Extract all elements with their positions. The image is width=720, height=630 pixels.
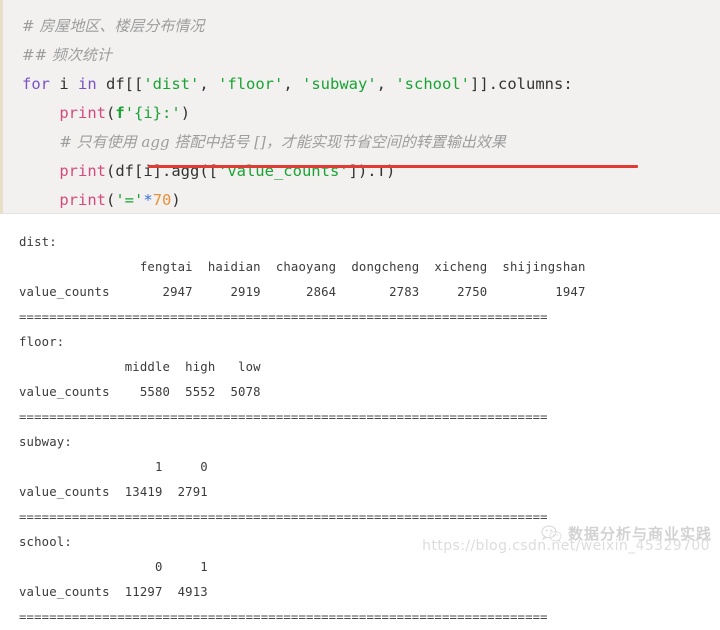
output-header-row: fengtai haidian chaoyang dongcheng xiche… (19, 260, 586, 274)
output-separator: ========================================… (19, 410, 548, 424)
code-token: print (59, 191, 106, 209)
output-separator: ========================================… (19, 510, 548, 524)
code-line: for i in df[['dist', 'floor', 'subway', … (3, 70, 720, 99)
output-section-title: dist: (19, 235, 57, 249)
code-token: 'floor' (218, 75, 284, 93)
code-token: df[[ (96, 75, 144, 93)
code-token: 'dist' (143, 75, 200, 93)
code-token: # 房屋地区、楼层分布情况 (22, 17, 205, 35)
code-line: print(f'{i}:') (3, 99, 720, 128)
output-values-row: value_counts 11297 4913 (19, 585, 208, 599)
code-line: # 只有使用 agg 搭配中括号 []，才能实现节省空间的转置输出效果 (3, 128, 720, 157)
code-token: print (59, 104, 106, 122)
output-section-title: subway: (19, 435, 72, 449)
code-line: ## 频次统计 (3, 41, 720, 70)
output-header-row: 1 0 (19, 460, 208, 474)
code-token: , (283, 75, 303, 93)
code-token: * (143, 191, 153, 209)
code-line: print('='*70) (3, 186, 720, 215)
code-token: ( (106, 191, 116, 209)
code-token: '=' (115, 191, 144, 209)
red-underline-annotation (148, 165, 638, 168)
output-separator: ========================================… (19, 310, 548, 324)
code-token: f (115, 104, 125, 122)
code-token: in (78, 75, 97, 93)
code-token: ) (180, 104, 191, 122)
code-token: ( (106, 104, 116, 122)
code-token: ## 频次统计 (22, 46, 112, 64)
code-token: , (199, 75, 219, 93)
code-token: for (22, 75, 50, 93)
output-values-row: value_counts 2947 2919 2864 2783 2750 19… (19, 285, 586, 299)
output-section-title: floor: (19, 335, 65, 349)
code-token: ]].columns: (470, 75, 573, 93)
code-line: # 房屋地区、楼层分布情况 (3, 12, 720, 41)
code-token: 'school' (395, 75, 470, 93)
code-token: # 只有使用 agg 搭配中括号 []，才能实现节省空间的转置输出效果 (59, 133, 506, 151)
code-line: print(df[i].agg(['value_counts']).T) (3, 157, 720, 186)
code-token: , (376, 75, 396, 93)
output-separator: ========================================… (19, 610, 548, 624)
code-token: i (50, 75, 78, 93)
output-values-row: value_counts 5580 5552 5078 (19, 385, 261, 399)
code-token: ) (171, 191, 181, 209)
output-block: dist: fengtai haidian chaoyang dongcheng… (0, 214, 720, 624)
output-section-title: school: (19, 535, 72, 549)
code-token: '{i}:' (124, 104, 181, 122)
output-header-row: middle high low (19, 360, 261, 374)
code-token: 70 (152, 191, 172, 209)
output-values-row: value_counts 13419 2791 (19, 485, 208, 499)
code-block: # 房屋地区、楼层分布情况 ## 频次统计 for i in df[['dist… (0, 0, 720, 214)
code-token: print (59, 162, 106, 180)
code-token: 'subway' (302, 75, 377, 93)
